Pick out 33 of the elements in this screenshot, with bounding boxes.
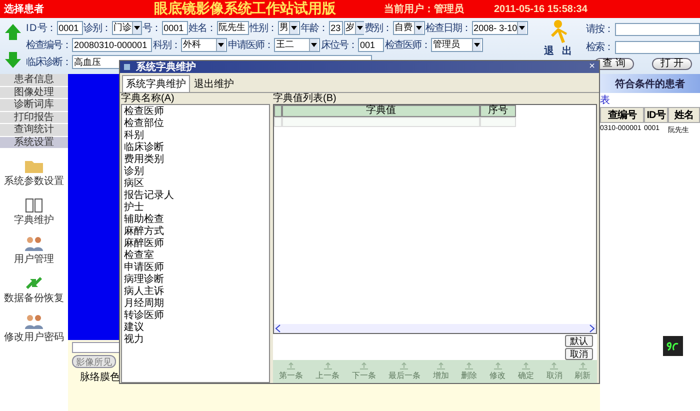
field-label: 姓名：: [188, 22, 216, 35]
column-header: 字典值: [282, 105, 480, 117]
exit-label: 出: [562, 44, 572, 58]
field-label: 检查编号：: [26, 38, 71, 52]
dialog-title: 系统字典维护: [136, 60, 196, 74]
exit-label: 退: [544, 44, 554, 58]
column-header: 查编号: [600, 107, 644, 123]
search-label: 检索：: [586, 40, 613, 54]
header-label: 选择患者: [4, 2, 45, 16]
field-label: 床位号：: [321, 38, 357, 52]
group-label: 字典值列表(B): [273, 93, 338, 104]
results-title: 符合条件的患者: [600, 74, 700, 93]
field-label: 性别：: [250, 22, 277, 35]
field-label: 临床诊断：: [26, 56, 71, 70]
field-label: 检查医师：: [385, 38, 430, 52]
field-label: 费别：: [364, 22, 392, 35]
app-title: 眼底镜影像系统工作站试用版: [154, 0, 337, 18]
column-header: ID号: [644, 107, 668, 123]
field-label: 号：: [142, 22, 161, 35]
current-user: 当前用户：管理员: [384, 2, 465, 16]
report-text: 脉络膜色: [80, 370, 120, 384]
field-label: 诊别：: [84, 22, 111, 35]
field-label: 年龄：: [300, 22, 328, 35]
field-label: 申请医师：: [228, 38, 273, 52]
column-header: 序号: [480, 105, 516, 117]
group-label: 字典名称(A): [121, 93, 176, 104]
column-header: 姓名: [668, 107, 700, 123]
datetime: 2011-05-16 15:58:34: [494, 4, 588, 14]
field-label: I D 号：: [26, 22, 56, 35]
field-label: 科别：: [153, 38, 180, 52]
table-caption: 表: [600, 94, 611, 107]
field-label: 检查日期：: [426, 22, 471, 35]
search-label: 请按：: [586, 22, 613, 36]
